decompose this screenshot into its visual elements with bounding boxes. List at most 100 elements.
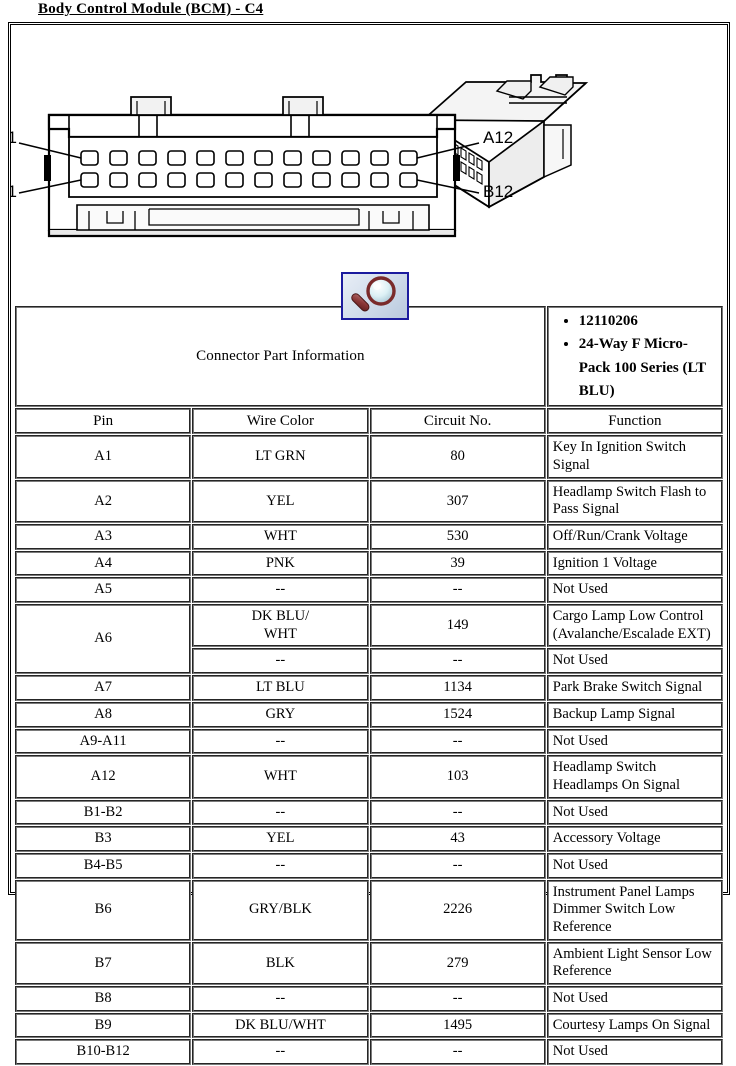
pin-label-a12: A12: [483, 128, 513, 147]
cell-circuit-no: 307: [369, 479, 546, 524]
table-row: B4-B5 -- -- Not Used: [15, 852, 723, 879]
cell-circuit-no: 1134: [369, 675, 546, 701]
cell-pin: A12: [15, 755, 192, 799]
cell-pin: A4: [15, 550, 192, 577]
cell-wire-color: --: [192, 728, 369, 755]
column-header-function: Function: [546, 408, 723, 435]
cell-wire-color: DK BLU/WHT: [192, 604, 369, 648]
cell-wire-color: PNK: [192, 550, 369, 577]
cell-pin: A7: [15, 675, 192, 701]
cell-pin: A9-A11: [15, 728, 192, 755]
cell-wire-color: GRY: [192, 701, 369, 728]
table-row: B9 DK BLU/WHT 1495 Courtesy Lamps On Signal: [15, 1012, 723, 1039]
table-row: B6 GRY/BLK 2226 Instrument Panel Lamps Dimm…: [15, 879, 723, 941]
cell-function: Courtesy Lamps On Signal: [546, 1012, 723, 1039]
cell-wire-color: GRY/BLK: [192, 879, 369, 941]
cell-function: Backup Lamp Signal: [546, 701, 723, 728]
cell-wire-color: YEL: [192, 479, 369, 524]
cell-pin: B9: [15, 1012, 192, 1039]
cell-function: Not Used: [546, 1039, 723, 1066]
cell-circuit-no: --: [369, 648, 546, 675]
cell-wire-color: BLK: [192, 941, 369, 986]
pin-label-b1: B1: [11, 182, 17, 201]
cell-function: Headlamp Switch Headlamps On Signal: [546, 755, 723, 799]
cell-circuit-no: 530: [369, 524, 546, 550]
column-header-pin: Pin: [15, 408, 192, 435]
cell-circuit-no: --: [369, 852, 546, 879]
connector-diagram-area: A1 B1 A12 B12: [0, 25, 727, 320]
column-header-circuit-no: Circuit No.: [369, 408, 546, 435]
connector-part-information-values: 1211020624-Way F Micro-Pack 100 Series (…: [546, 306, 723, 407]
pin-label-a1: A1: [11, 128, 17, 147]
connector-part-information-label: Connector Part Information: [15, 306, 546, 407]
table-row: A9-A11 -- -- Not Used: [15, 728, 723, 755]
cell-function: Not Used: [546, 852, 723, 879]
cell-wire-color: --: [192, 852, 369, 879]
magnifier-zoom-button[interactable]: [341, 272, 409, 320]
table-row: A12 WHT 103 Headlamp Switch Headlamps On Si…: [15, 755, 723, 799]
cell-wire-color: --: [192, 986, 369, 1012]
cell-pin: A2: [15, 479, 192, 524]
table-row: A8 GRY 1524 Backup Lamp Signal: [15, 701, 723, 728]
cell-wire-color: WHT: [192, 524, 369, 550]
cell-wire-color: --: [192, 1039, 369, 1066]
table-row: A3 WHT 530 Off/Run/Crank Voltage: [15, 524, 723, 550]
cell-wire-color: --: [192, 648, 369, 675]
cell-wire-color: --: [192, 577, 369, 604]
cell-pin: B4-B5: [15, 852, 192, 879]
table-row: A4 PNK 39 Ignition 1 Voltage: [15, 550, 723, 577]
page-title: Body Control Module (BCM) - C4: [38, 1, 264, 17]
list-item: 12110206: [579, 310, 717, 333]
cell-pin: A6: [15, 604, 192, 675]
cell-wire-color: --: [192, 799, 369, 826]
pin-label-b12: B12: [483, 182, 513, 201]
cell-pin: A8: [15, 701, 192, 728]
cell-circuit-no: 39: [369, 550, 546, 577]
cell-wire-color: LT GRN: [192, 435, 369, 479]
cell-pin: B10-B12: [15, 1039, 192, 1066]
cell-function: Off/Run/Crank Voltage: [546, 524, 723, 550]
table-row: A6 DK BLU/WHT 149 Cargo Lamp Low Control (A…: [15, 604, 723, 675]
cell-function: Ignition 1 Voltage: [546, 550, 723, 577]
table-row: B7 BLK 279 Ambient Light Sensor Low Referen…: [15, 941, 723, 986]
cell-wire-color: WHT: [192, 755, 369, 799]
connector-pin-table: Connector Part Information1211020624-Way…: [14, 305, 724, 1066]
table-row: B8 -- -- Not Used: [15, 986, 723, 1012]
cell-pin: A1: [15, 435, 192, 479]
cell-wire-color: LT BLU: [192, 675, 369, 701]
table-header-row: Pin Wire Color Circuit No. Function: [15, 408, 723, 435]
cell-circuit-no: --: [369, 577, 546, 604]
cell-function: Not Used: [546, 799, 723, 826]
cell-circuit-no: 1495: [369, 1012, 546, 1039]
magnifier-icon: [351, 276, 396, 312]
table-row: B3 YEL 43 Accessory Voltage: [15, 826, 723, 852]
connector-part-information-row: Connector Part Information1211020624-Way…: [15, 306, 723, 407]
cell-pin: B3: [15, 826, 192, 852]
cell-wire-color: DK BLU/WHT: [192, 1012, 369, 1039]
cell-circuit-no: --: [369, 728, 546, 755]
table-row: A7 LT BLU 1134 Park Brake Switch Signal: [15, 675, 723, 701]
table-row: B10-B12 -- -- Not Used: [15, 1039, 723, 1066]
cell-pin: B8: [15, 986, 192, 1012]
content-frame: A1 B1 A12 B12: [0, 22, 730, 1066]
table-row: A1 LT GRN 80 Key In Ignition Switch Signal: [15, 435, 723, 479]
cell-circuit-no: 103: [369, 755, 546, 799]
cell-pin: A5: [15, 577, 192, 604]
cell-function: Instrument Panel Lamps Dimmer Switch Low…: [546, 879, 723, 941]
cell-circuit-no: --: [369, 1039, 546, 1066]
cell-function: Ambient Light Sensor Low Reference: [546, 941, 723, 986]
cell-function: Accessory Voltage: [546, 826, 723, 852]
cell-function: Key In Ignition Switch Signal: [546, 435, 723, 479]
cell-function: Not Used: [546, 986, 723, 1012]
cell-pin: B6: [15, 879, 192, 941]
cell-function: Not Used: [546, 648, 723, 675]
cell-wire-color: YEL: [192, 826, 369, 852]
cell-circuit-no: 149: [369, 604, 546, 648]
cell-circuit-no: --: [369, 799, 546, 826]
table-row: B1-B2 -- -- Not Used: [15, 799, 723, 826]
cell-circuit-no: 2226: [369, 879, 546, 941]
table-row: A5 -- -- Not Used: [15, 577, 723, 604]
column-header-wire-color: Wire Color: [192, 408, 369, 435]
cell-circuit-no: 1524: [369, 701, 546, 728]
connector-front-face-view: [18, 96, 480, 238]
